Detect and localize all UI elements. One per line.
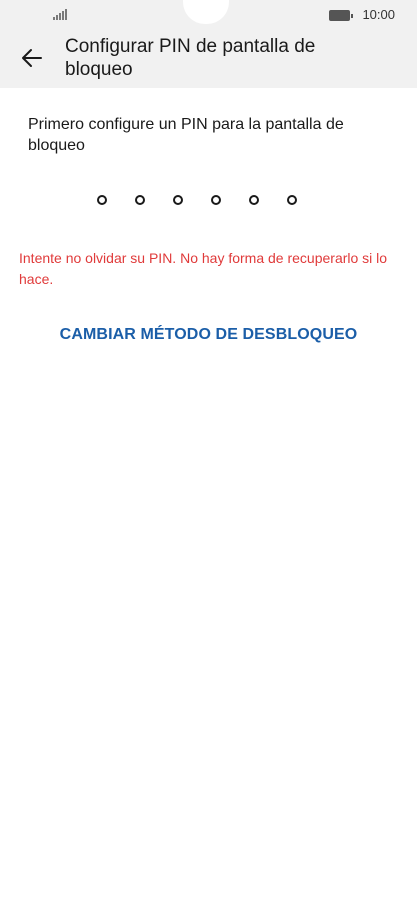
back-button[interactable]	[14, 40, 50, 76]
pin-dot	[173, 195, 183, 205]
pin-dot	[211, 195, 221, 205]
battery-icon	[329, 10, 353, 21]
camera-notch	[183, 0, 229, 24]
page-title: Configurar PIN de pantalla de bloqueo	[65, 36, 316, 80]
pin-instruction: Primero configure un PIN para la pantall…	[28, 116, 344, 154]
pin-warning: Intente no olvidar su PIN. No hay forma …	[19, 250, 388, 287]
arrow-left-icon	[22, 49, 42, 67]
pin-dot	[249, 195, 259, 205]
pin-entry-indicator[interactable]	[97, 195, 297, 205]
pin-dot	[287, 195, 297, 205]
status-time: 10:00	[362, 7, 395, 22]
pin-dot	[135, 195, 145, 205]
screen: 10:00 Configurar PIN de pantalla de bloq…	[0, 0, 417, 904]
signal-icon	[53, 8, 67, 20]
pin-dot	[97, 195, 107, 205]
top-app-bar: 10:00 Configurar PIN de pantalla de bloq…	[0, 0, 417, 88]
change-unlock-method-button[interactable]: CAMBIAR MÉTODO DE DESBLOQUEO	[0, 326, 417, 344]
